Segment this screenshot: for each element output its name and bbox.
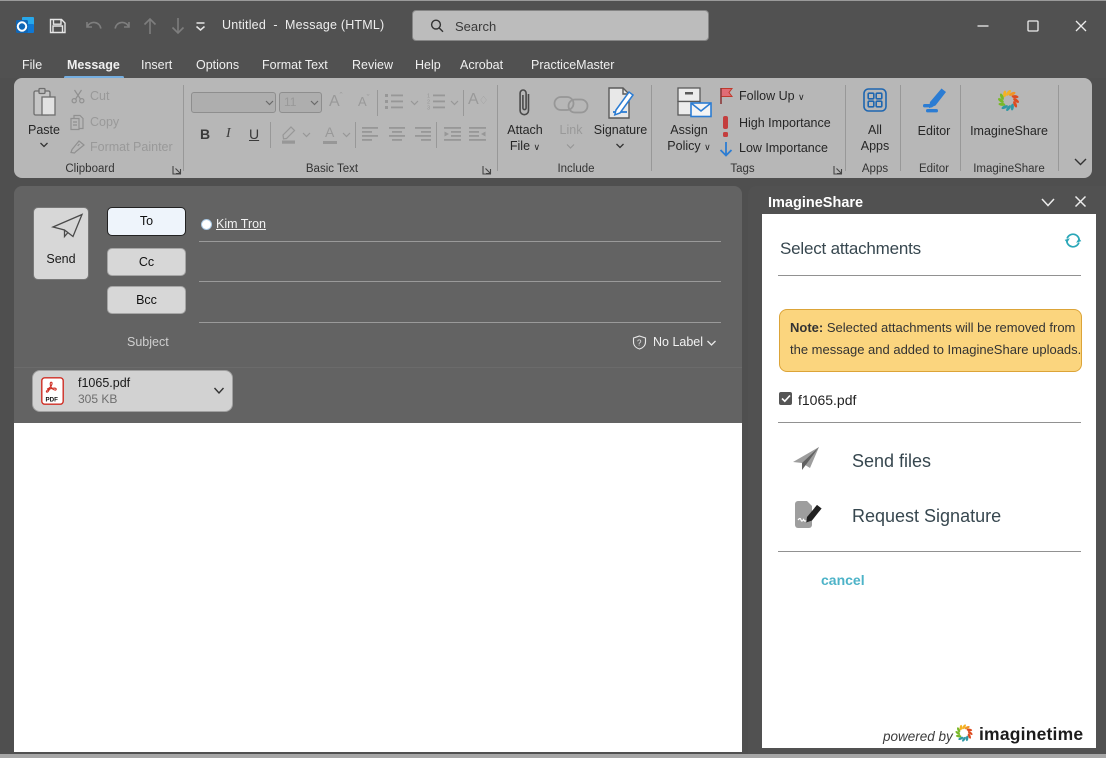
svg-text:PDF: PDF <box>46 397 59 404</box>
svg-text:3: 3 <box>427 106 430 111</box>
svg-text:?: ? <box>637 339 642 348</box>
